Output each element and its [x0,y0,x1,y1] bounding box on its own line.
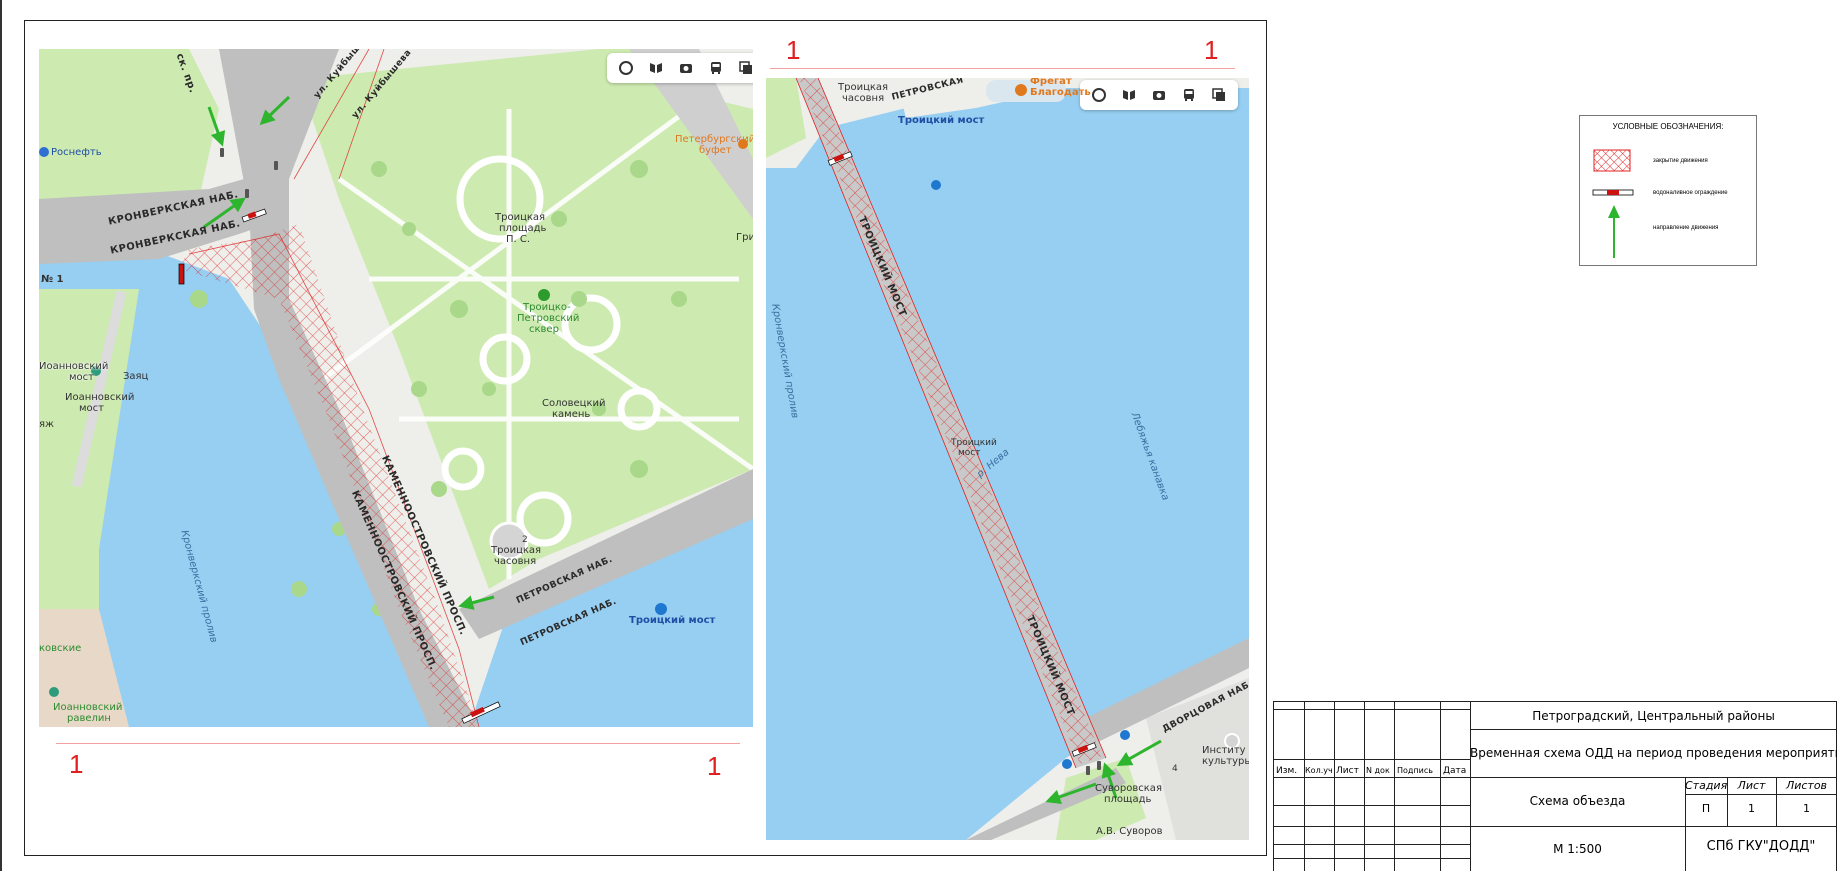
section-line-bottom [56,743,740,744]
section-mark-bottom-right: 1 [707,751,722,781]
traffic-layer-icon[interactable] [613,57,639,79]
label-troitskaya-pl-3: П. С. [506,234,531,245]
ravelin-marker-icon [49,687,59,697]
label-skver-1: Троицко- [523,302,571,313]
legend-item-closure: закрытие движения [1653,158,1708,164]
park-marker-icon [538,289,550,301]
map-right-controls [1080,80,1238,110]
stamp-header-data: Дата [1443,766,1467,776]
stamp-header-podpis: Подпись [1397,766,1433,775]
transit-icon[interactable] [1176,84,1202,106]
map-right[interactable]: Троицкая часовня ПЕТРОВСКАЯ Фрегат Благо… [766,78,1249,840]
stamp-sheets-header: Листов [1785,779,1828,792]
stamp-header-ndok: N док [1366,766,1390,775]
suvorov-pl-marker-icon [1062,759,1072,769]
layers-icon[interactable] [733,57,753,79]
label-ravelin-2: равелин [67,713,111,724]
title-block: Изм. Кол.уч Лист N док Подпись Дата Петр… [1273,701,1837,871]
label-r-fregat-2: Благодать [1030,87,1091,98]
label-r-chasovnya-2: часовня [842,93,885,104]
label-skver-3: сквер [529,324,559,335]
legend-item-direction: направление движения [1653,225,1719,231]
map-left[interactable]: ск. пр. ул. Куйбышева ул. Куйбышева Росн… [39,49,753,727]
rosneft-marker-icon [39,147,49,157]
label-ioann-bridge-2: мост [69,372,94,383]
stamp-sheet: 1 [1748,802,1755,815]
stamp-header-izm: Изм. [1276,766,1298,776]
section-mark-bottom-left: 1 [69,749,84,779]
fregat-marker-icon [1015,84,1027,96]
label-troitskaya-pl-2: площадь [499,223,547,234]
stamp-stage-header: Стадия [1685,779,1728,792]
label-r-institut-2: культуры [1202,756,1249,767]
label-ioann-most-1: Иоанновский [65,392,135,403]
panorama-icon[interactable] [643,57,669,79]
transit-icon[interactable] [703,57,729,79]
label-r-suvorov: А.В. Суворов [1096,826,1163,837]
label-solovetsky-1: Соловецкий [542,398,606,409]
stamp-stage: П [1701,802,1711,815]
direction-arrow-icon [1608,205,1620,258]
photo-icon[interactable] [673,57,699,79]
stamp-header-list: Лист [1336,766,1359,776]
label-r-fregat-1: Фрегат [1030,78,1072,87]
legend: УСЛОВНЫЕ ОБОЗНАЧЕНИЯ: закрытие движения … [1579,115,1757,266]
label-r-badge4: 4 [1172,764,1178,774]
label-r-suvorov-pl-2: площадь [1104,794,1152,805]
stamp-title: Временная схема ОДД на период проведения… [1470,746,1837,760]
sheet-edge [0,0,2,871]
label-ioann-bridge-1: Иоанновский [39,361,109,372]
label-badge2: 2 [522,535,528,545]
label-solovetsky-2: камень [552,409,591,420]
label-troitsky-bridge: Троицкий мост [629,615,716,626]
stamp-org: СПб ГКУ"ДОДД" [1706,839,1816,854]
panorama-icon[interactable] [1116,84,1142,106]
layers-icon[interactable] [1206,84,1232,106]
label-r-institut-1: Институ [1202,745,1246,756]
label-ioann-most-2: мост [79,403,104,414]
label-troitskaya-pl-1: Троицкая [495,212,546,223]
barrier-swatch-icon [1592,189,1634,196]
label-r-suvorov-pl-1: Суворовская [1095,783,1162,794]
section-line-top [770,68,1235,69]
legend-title: УСЛОВНЫЕ ОБОЗНАЧЕНИЯ: [1612,122,1724,131]
stamp-area: Петроградский, Центральный районы [1532,709,1775,723]
section-mark-top-left: 1 [786,35,801,65]
label-ravelin-1: Иоанновский [53,702,123,713]
label-r-chasovnya-1: Троицкая [838,82,889,93]
label-zayats: Заяц [123,371,149,382]
stamp-scale: М 1:500 [1553,842,1602,856]
dvortsovaya-marker-icon [1120,730,1130,740]
label-buffet-2: буфет [699,145,732,156]
label-r-bridge-mid-2: мост [958,448,981,458]
label-chasovnya-1: Троицкая [491,545,542,556]
legend-item-barrier: водоналивное ограждение [1653,190,1728,196]
section-mark-top-right: 1 [1204,35,1219,65]
photo-icon[interactable] [1146,84,1172,106]
stamp-header-koluch: Кол.уч [1305,766,1333,775]
label-buffet-1: Петербургский [675,134,753,145]
label-n1: № 1 [41,274,64,285]
label-kronverkskie: ковские [39,643,82,654]
label-skver-2: Петровский [517,313,580,324]
right-bridge-marker-icon [931,180,941,190]
stamp-sheet-header: Лист [1737,779,1766,792]
label-rosneft: Роснефть [51,147,102,158]
map-left-controls [607,53,753,83]
label-gri: Гри [736,232,753,243]
label-yazh: яж [39,419,55,430]
label-r-troitsky-bridge-top: Троицкий мост [898,115,985,126]
label-chasovnya-2: часовня [494,556,537,567]
closure-swatch-icon [1593,149,1631,172]
stamp-sheets: 1 [1803,802,1810,815]
stamp-sheet-name: Схема объезда [1529,794,1626,808]
bridge-marker-icon [655,603,667,615]
